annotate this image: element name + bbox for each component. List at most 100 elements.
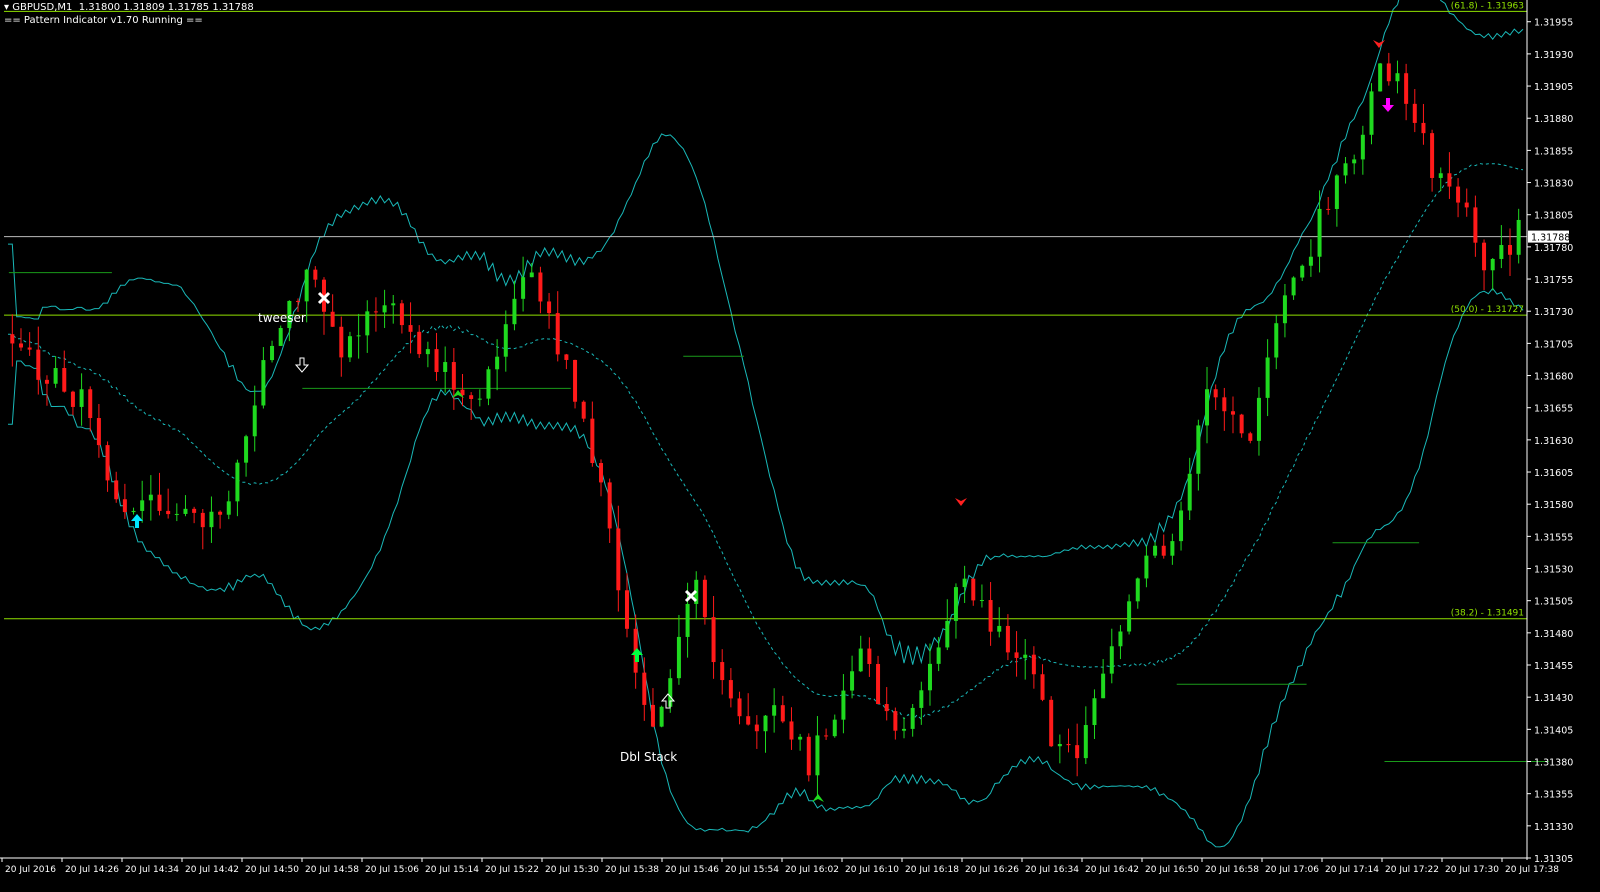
candle-body (209, 511, 214, 528)
time-tick-label: 20 Jul 17:06 (1265, 865, 1319, 875)
candle-body (1092, 698, 1097, 726)
candle-body (503, 324, 508, 357)
candle-body (1248, 433, 1253, 441)
pattern-signals: tweeser Dbl Stack (131, 40, 1394, 802)
candle-body (88, 389, 93, 419)
time-tick-label: 20 Jul 16:34 (1025, 865, 1079, 875)
pattern-up-marker-icon (812, 794, 824, 802)
time-tick-label: 20 Jul 15:06 (365, 865, 419, 875)
price-tick-label: 1.31955 (1534, 18, 1573, 29)
time-tick-label: 20 Jul 15:46 (665, 865, 719, 875)
candle-body (131, 510, 136, 513)
pattern-down-marker-icon (1373, 40, 1385, 48)
current-price-label: 1.31788 (1531, 233, 1570, 244)
candle-body (1404, 73, 1409, 104)
candles (10, 52, 1521, 797)
candle-body (105, 445, 110, 481)
candle-body (772, 705, 777, 716)
candle-body (1464, 202, 1469, 208)
candle-body (1222, 397, 1227, 412)
candle-body (114, 480, 119, 500)
time-tick-label: 20 Jul 15:54 (725, 865, 779, 875)
candle-body (469, 395, 474, 399)
chart-window[interactable]: (61.8) - 1.31963 (50.0) - 1.31727 (38.2) -… (0, 0, 1600, 892)
candle-body (391, 303, 396, 306)
candle-body (417, 331, 422, 355)
sell-signal-arrow-icon (294, 357, 310, 373)
candle-body (1334, 175, 1339, 209)
candle-body (1343, 163, 1348, 176)
time-tick-label: 20 Jul 14:42 (185, 865, 239, 875)
candle-body (157, 494, 162, 511)
candle-body (218, 511, 223, 515)
candle-body (754, 724, 759, 732)
price-tick-label: 1.31555 (1534, 532, 1573, 543)
candle-body (988, 600, 993, 632)
candle-body (1490, 258, 1495, 271)
price-tick-label: 1.31480 (1534, 629, 1573, 640)
candle-body (347, 336, 352, 358)
price-tick-label: 1.31780 (1534, 243, 1573, 254)
candle-body (1144, 555, 1149, 579)
time-tick-label: 20 Jul 15:22 (485, 865, 539, 875)
candle-body (607, 482, 612, 529)
candle-body (1239, 414, 1244, 434)
candle-body (1473, 207, 1478, 243)
candle-body (547, 301, 552, 314)
fib-level-label: (61.8) - 1.31963 (1451, 1, 1524, 11)
price-chart[interactable]: (61.8) - 1.31963 (50.0) - 1.31727 (38.2) -… (0, 0, 1600, 892)
candle-body (867, 648, 872, 665)
candle-body (252, 405, 257, 437)
candle-body (1066, 743, 1071, 746)
candle-body (1205, 389, 1210, 426)
time-tick-label: 20 Jul 14:50 (245, 865, 299, 875)
price-tick-label: 1.31655 (1534, 404, 1573, 415)
upper-band-line (8, 0, 1524, 665)
price-tick-label: 1.31680 (1534, 372, 1573, 383)
time-tick-label: 20 Jul 16:26 (965, 865, 1019, 875)
candle-body (659, 706, 664, 727)
candle-body (1161, 545, 1166, 556)
price-tick-label: 1.31455 (1534, 661, 1573, 672)
price-tick-label: 1.31805 (1534, 211, 1573, 222)
candle-body (1153, 545, 1158, 556)
candle-body (304, 269, 309, 302)
candle-body (581, 401, 586, 419)
candle-body (10, 334, 15, 344)
symbol-quote-line: ▾ GBPUSD,M1 1.31800 1.31809 1.31785 1.31… (4, 2, 254, 13)
time-tick-label: 20 Jul 2016 (5, 865, 56, 875)
price-tick-label: 1.31605 (1534, 468, 1573, 479)
candle-body (434, 349, 439, 372)
price-tick-label: 1.31755 (1534, 275, 1573, 286)
price-tick-label: 1.31430 (1534, 693, 1573, 704)
candle-body (477, 398, 482, 400)
candle-body (1482, 242, 1487, 271)
candle-body (979, 600, 984, 602)
candle-body (1109, 646, 1114, 674)
candle-body (1430, 133, 1435, 178)
candle-body (495, 356, 500, 370)
time-tick-label: 20 Jul 15:38 (605, 865, 659, 875)
candle-body (841, 690, 846, 720)
candle-body (1083, 725, 1088, 759)
time-tick-label: 20 Jul 17:14 (1325, 865, 1379, 875)
candle-body (599, 463, 604, 483)
time-tick-label: 20 Jul 16:18 (905, 865, 959, 875)
menu-triangle-icon[interactable]: ▾ (4, 2, 12, 13)
candle-body (148, 494, 153, 501)
price-tick-label: 1.31830 (1534, 179, 1573, 190)
candle-body (971, 578, 976, 601)
candle-body (226, 501, 231, 515)
candle-body (1447, 173, 1452, 187)
price-tick-label: 1.31730 (1534, 307, 1573, 318)
candle-body (313, 269, 318, 280)
time-axis: 20 Jul 2016 20 Jul 14:26 20 Jul 14:34 20 Ju… (0, 857, 1559, 875)
candle-body (538, 272, 543, 302)
price-tick-label: 1.31905 (1534, 82, 1573, 93)
time-tick-label: 20 Jul 16:58 (1205, 865, 1259, 875)
candle-body (884, 704, 889, 712)
price-tick-label: 1.31580 (1534, 500, 1573, 511)
time-tick-label: 20 Jul 15:30 (545, 865, 599, 875)
dbl-stack-label: Dbl Stack (620, 750, 677, 764)
price-tick-label: 1.31355 (1534, 790, 1573, 801)
